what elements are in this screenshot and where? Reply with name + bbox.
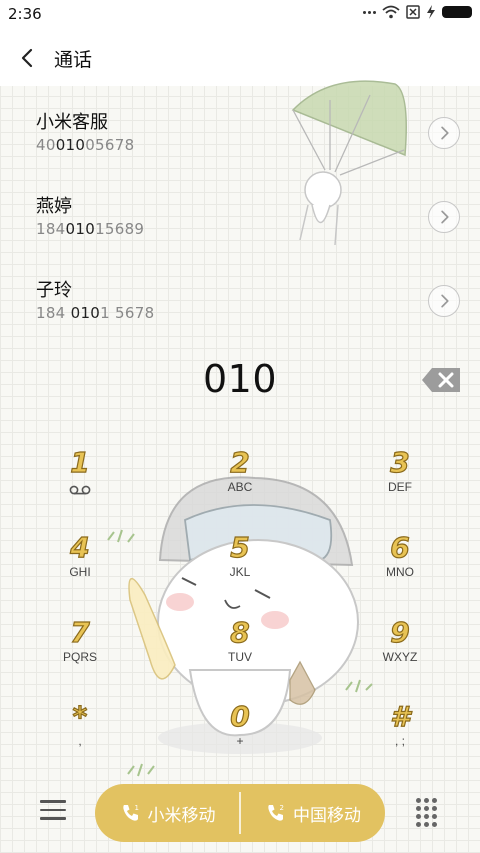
key-digit: 9 [390, 615, 411, 649]
key-0[interactable]: 0 + [190, 699, 290, 770]
key-digit: 7 [70, 615, 91, 649]
key-digit: 2 [230, 445, 251, 479]
menu-icon[interactable] [40, 800, 66, 824]
number-match: 010 [70, 304, 101, 322]
call-button-group: 1 小米移动 2 中国移动 [95, 784, 385, 842]
contact-name: 燕婷 [36, 196, 72, 217]
key-2[interactable]: 2 ABC [190, 445, 290, 516]
contact-name: 子玲 [36, 280, 72, 301]
number-prefix: 40 [36, 136, 56, 154]
contact-name: 小米客服 [36, 112, 108, 133]
key-letters: ABC [227, 480, 253, 494]
back-arrow-icon[interactable] [14, 44, 42, 72]
backspace-icon[interactable] [420, 366, 462, 394]
svg-text:2: 2 [280, 804, 284, 812]
dialpad-grid-icon[interactable] [414, 798, 438, 827]
key-letters: + [236, 734, 244, 748]
key-letters: DEF [388, 480, 412, 494]
key-letters: GHI [69, 565, 91, 579]
key-star[interactable]: * , [30, 699, 130, 770]
number-suffix: 1 5678 [100, 304, 155, 322]
number-match: 010 [55, 136, 86, 154]
number-suffix: 05678 [85, 136, 135, 154]
phone-sim2-icon: 2 [268, 804, 284, 821]
status-icons [363, 5, 472, 19]
key-1[interactable]: 1 [30, 445, 130, 516]
key-digit: 8 [230, 615, 251, 649]
wifi-icon [382, 5, 400, 19]
contact-row[interactable]: 小米客服 4001005678 [0, 98, 480, 176]
key-letters: PQRS [62, 650, 97, 664]
page-title: 通话 [54, 49, 93, 71]
number-prefix: 184 [36, 220, 66, 238]
key-letters: MNO [386, 565, 414, 579]
call-sim2-button[interactable]: 2 中国移动 [241, 784, 385, 842]
signal-dots-icon [363, 10, 376, 14]
key-8[interactable]: 8 TUV [190, 615, 290, 686]
voicemail-icon [69, 485, 91, 495]
status-time: 2:36 [8, 5, 42, 23]
key-digit: 3 [390, 445, 411, 479]
key-digit: 0 [230, 699, 251, 733]
battery-icon [442, 6, 472, 18]
header: 通话 [0, 28, 480, 86]
contact-number: 4001005678 [36, 136, 134, 154]
number-suffix: 15689 [95, 220, 145, 238]
svg-text:1: 1 [134, 804, 138, 812]
key-letters: TUV [228, 650, 252, 664]
call-sim1-button[interactable]: 1 小米移动 [95, 784, 240, 842]
key-3[interactable]: 3 DEF [350, 445, 450, 516]
key-digit: * [72, 699, 88, 733]
key-digit: 5 [230, 530, 251, 564]
status-bar: 2:36 [0, 0, 480, 28]
bottom-bar: 1 小米移动 2 中国移动 [0, 780, 480, 846]
phone-sim1-icon: 1 [122, 804, 138, 821]
chevron-right-icon[interactable] [428, 285, 460, 317]
key-digit: # [390, 699, 411, 733]
key-digit: 6 [390, 530, 411, 564]
key-digit: 4 [70, 530, 91, 564]
charging-icon [427, 5, 435, 19]
key-4[interactable]: 4 GHI [30, 530, 130, 601]
key-hash[interactable]: # , ; [350, 699, 450, 770]
key-letters: , [78, 734, 82, 748]
key-digit: 1 [70, 445, 91, 479]
contact-row[interactable]: 子玲 184 0101 5678 [0, 266, 480, 344]
key-letters: , ; [394, 734, 405, 748]
chevron-right-icon[interactable] [428, 117, 460, 149]
dialed-number: 010 [202, 357, 278, 401]
call-sim2-label: 中国移动 [293, 805, 361, 826]
chevron-right-icon[interactable] [428, 201, 460, 233]
contact-number: 184 0101 5678 [36, 304, 154, 322]
number-match: 010 [65, 220, 96, 238]
key-5[interactable]: 5 JKL [190, 530, 290, 601]
contact-row[interactable]: 燕婷 18401015689 [0, 182, 480, 260]
contact-number: 18401015689 [36, 220, 144, 238]
key-6[interactable]: 6 MNO [350, 530, 450, 601]
key-letters: JKL [229, 565, 251, 579]
key-9[interactable]: 9 WXYZ [350, 615, 450, 686]
no-sim-icon [406, 5, 420, 19]
key-letters: WXYZ [382, 650, 418, 664]
key-7[interactable]: 7 PQRS [30, 615, 130, 686]
call-sim1-label: 小米移动 [147, 805, 216, 826]
number-prefix: 184 [36, 304, 71, 322]
